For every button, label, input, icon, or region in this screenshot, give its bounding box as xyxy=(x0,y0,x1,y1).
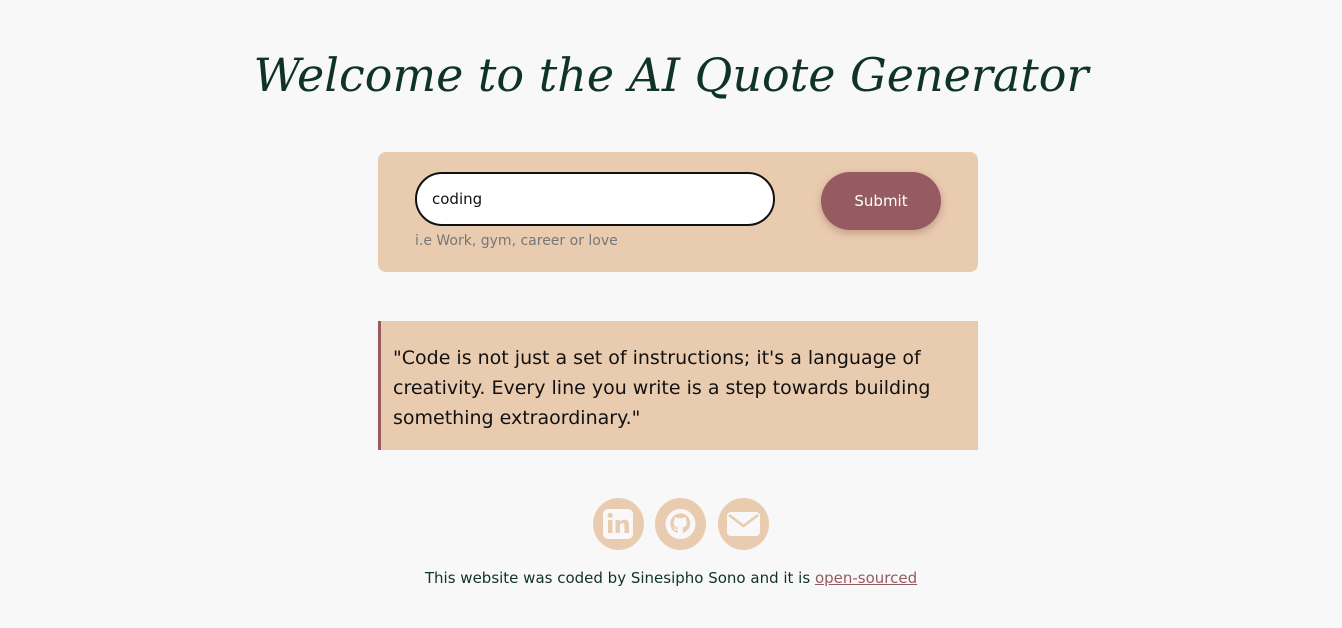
linkedin-icon xyxy=(603,509,633,539)
open-source-link[interactable]: open-sourced xyxy=(815,569,917,587)
footer: This website was coded by Sinesipho Sono… xyxy=(0,568,1342,588)
github-link[interactable] xyxy=(655,498,706,550)
email-link[interactable] xyxy=(718,498,769,550)
github-icon xyxy=(665,509,696,539)
footer-text: This website was coded by Sinesipho Sono… xyxy=(424,569,815,587)
social-links xyxy=(593,498,773,550)
topic-input[interactable] xyxy=(415,172,775,226)
quote-output: "Code is not just a set of instructions;… xyxy=(378,321,978,450)
submit-button[interactable]: Submit xyxy=(821,172,941,230)
page-title: Welcome to the AI Quote Generator xyxy=(253,48,1089,102)
input-hint: i.e Work, gym, career or love xyxy=(415,233,618,249)
quote-form: i.e Work, gym, career or love Submit xyxy=(378,152,978,272)
linkedin-link[interactable] xyxy=(593,498,644,550)
envelope-icon xyxy=(727,512,760,536)
page: Welcome to the AI Quote Generator i.e Wo… xyxy=(0,0,1342,628)
